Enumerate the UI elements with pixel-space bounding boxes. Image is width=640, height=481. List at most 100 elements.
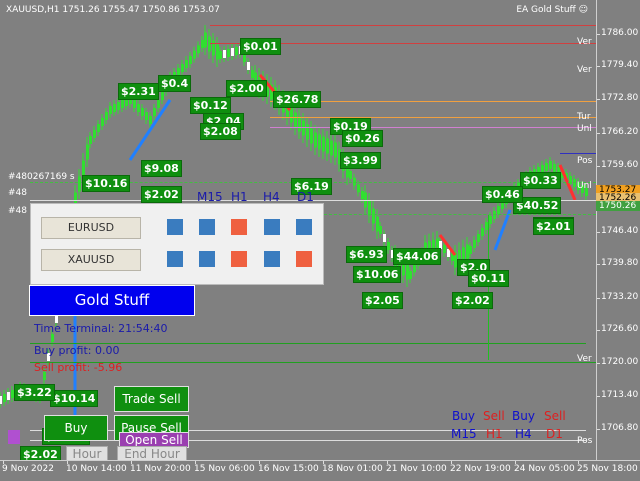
signal-eurusd-d1[interactable] <box>264 219 280 235</box>
candle-body <box>189 56 192 64</box>
line-label-unl2: Unl <box>577 181 592 191</box>
candle-body <box>294 112 297 128</box>
price-tick <box>597 363 600 364</box>
symbol-button-eurusd[interactable]: EURUSD <box>41 217 141 239</box>
candle-body <box>406 264 409 280</box>
signal-eurusd-h4[interactable] <box>231 219 247 235</box>
profit-label: $2.05 <box>362 292 403 309</box>
candle-body <box>573 179 576 187</box>
legend-tf-h4: H4 <box>515 427 532 441</box>
order-id-1: #480267169 s <box>8 172 75 182</box>
time-tick <box>515 461 516 464</box>
candle-body <box>322 136 325 152</box>
price-tick-label: 1746.40 <box>601 226 639 236</box>
panel-tf-h1: H1 <box>231 190 248 204</box>
signal-eurusd-h1[interactable] <box>199 219 215 235</box>
price-axis: 1786.001779.401772.801766.201759.601753.… <box>596 0 640 460</box>
signal-eurusd-m15[interactable] <box>167 219 183 235</box>
signal-eurusd-extra[interactable] <box>296 219 312 235</box>
price-tick <box>597 232 600 233</box>
candle-body <box>553 164 556 172</box>
time-tick <box>387 461 388 464</box>
candle-body <box>105 112 108 120</box>
symbol-button-xauusd[interactable]: XAUUSD <box>41 249 141 271</box>
line-label-tur: Tur <box>577 112 591 122</box>
profit-label: $2.02 <box>452 292 493 309</box>
price-tick-label: 1739.80 <box>601 258 639 268</box>
candle-body <box>3 394 6 402</box>
profit-label: $3.22 <box>14 384 55 401</box>
smiley-icon: ☺ <box>578 5 588 15</box>
price-tick <box>597 298 600 299</box>
time-tick <box>323 461 324 464</box>
signal-xauusd-d1[interactable] <box>264 251 280 267</box>
candle-body <box>86 144 89 160</box>
line-label-ver2: Ver <box>577 65 592 75</box>
profit-label: $3.99 <box>340 152 381 169</box>
candle-body <box>231 48 234 56</box>
candle-body <box>298 116 301 132</box>
signal-xauusd-h4[interactable] <box>231 251 247 267</box>
time-tick-label: 15 Nov 06:00 <box>194 464 255 474</box>
candle-body <box>109 106 112 114</box>
profit-label: $0.33 <box>520 172 561 189</box>
candle-body <box>113 104 116 112</box>
candle-body <box>466 244 469 260</box>
time-tick <box>259 461 260 464</box>
buy-profit: Buy profit: 0.00 <box>34 344 120 357</box>
candle-body <box>153 108 156 116</box>
profit-label: $2.08 <box>200 123 241 140</box>
profit-label: $10.06 <box>353 266 402 283</box>
candle-body <box>481 228 484 236</box>
panel-tf-m15: M15 <box>197 190 223 204</box>
candle-body <box>208 36 211 52</box>
price-tick-label: 1706.80 <box>601 423 639 433</box>
profit-label: $0.26 <box>342 130 383 147</box>
price-tick-label: 1766.20 <box>601 127 639 137</box>
candle-body <box>145 112 148 120</box>
candle-body <box>193 50 196 59</box>
buy-button[interactable]: Buy <box>44 415 108 441</box>
signal-xauusd-extra[interactable] <box>296 251 312 267</box>
price-tick <box>597 264 600 265</box>
candle-body <box>219 51 222 59</box>
signal-xauusd-h1[interactable] <box>199 251 215 267</box>
time-axis: 9 Nov 2022 10 Nov 14:00 11 Nov 20:00 15 Nov… <box>0 460 640 481</box>
time-tick <box>451 461 452 464</box>
price-tick-label: 1759.60 <box>601 160 639 170</box>
candle-body <box>334 142 337 158</box>
trade-sell-button[interactable]: Trade Sell <box>114 386 189 412</box>
candle-body <box>101 118 104 126</box>
line-label-ver3: Ver <box>577 354 592 364</box>
candle-body <box>0 396 2 404</box>
legend-sell-top-1: Sell <box>483 409 505 423</box>
sell-profit: Sell profit: -5.96 <box>34 361 123 374</box>
candle-body <box>157 100 160 108</box>
price-tick-label: 1779.40 <box>601 60 639 70</box>
candle-body <box>409 271 412 279</box>
time-tick-label: 22 Nov 19:00 <box>450 464 511 474</box>
time-tick <box>67 461 68 464</box>
hour-button[interactable]: Hour <box>66 446 108 460</box>
legend-tf-m15: M15 <box>451 427 477 441</box>
price-tick <box>597 66 600 67</box>
chart-area[interactable]: XAUUSD,H1 1751.26 1755.47 1750.86 1753.0… <box>0 0 596 460</box>
candle-body <box>413 264 416 273</box>
candle-body <box>161 92 164 100</box>
candle-body <box>314 132 317 148</box>
candle-body <box>497 206 500 214</box>
profit-label: $2.02 <box>20 446 61 460</box>
time-tick-label: 18 Nov 01:00 <box>322 464 383 474</box>
candle-body <box>443 245 446 253</box>
signal-xauusd-m15[interactable] <box>167 251 183 267</box>
time-tick-label: 25 Nov 18:00 <box>577 464 638 474</box>
profit-label: $2.02 <box>141 186 182 203</box>
candle-body <box>310 128 313 144</box>
candle-body <box>251 70 254 78</box>
end-hour-button[interactable]: End Hour <box>117 446 187 460</box>
profit-label: $0.12 <box>190 97 231 114</box>
candle-body <box>357 184 360 193</box>
profit-label: $10.16 <box>82 175 131 192</box>
candle-body <box>387 242 390 250</box>
candle-body <box>137 104 140 112</box>
